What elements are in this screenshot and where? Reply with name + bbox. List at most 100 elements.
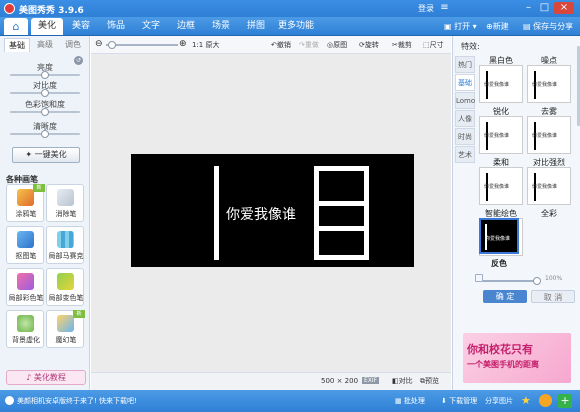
exif-badge[interactable]: EXIF bbox=[362, 377, 380, 384]
tab-frame[interactable]: 边框 bbox=[169, 18, 203, 35]
crop-button[interactable]: ✂裁剪 bbox=[392, 39, 412, 51]
saturation-slider[interactable] bbox=[10, 108, 80, 116]
tab-beauty[interactable]: 美容 bbox=[64, 18, 98, 35]
news-icon bbox=[5, 396, 14, 405]
effect-dehaze-thumb[interactable]: 你爱我像谁 bbox=[527, 116, 571, 154]
original-button[interactable]: ◎原图 bbox=[327, 39, 347, 51]
brush-cutout-label: 抠图笔 bbox=[15, 252, 37, 260]
save-share-button[interactable]: ▤ 保存与分享 bbox=[523, 19, 573, 34]
brush-mosaic[interactable]: 局部马赛克 bbox=[46, 226, 84, 264]
brush-doodle[interactable]: 涂鸦笔 新 bbox=[6, 184, 45, 222]
zoom-slider-knob[interactable] bbox=[108, 41, 116, 49]
fx-tab-basic[interactable]: 基础 bbox=[455, 74, 475, 91]
undo-button[interactable]: ↶撤销 bbox=[271, 39, 291, 51]
tab-beautify[interactable]: 美化 bbox=[31, 18, 63, 35]
effect-bw-thumb[interactable]: 你爱我像谁 bbox=[479, 65, 523, 103]
new-badge: 新 bbox=[73, 310, 85, 318]
effect-ok-button[interactable]: 确 定 bbox=[483, 290, 527, 303]
tab-text[interactable]: 文字 bbox=[134, 18, 168, 35]
redo-button[interactable]: ↷重做 bbox=[299, 39, 319, 51]
new-label: 新建 bbox=[492, 22, 509, 31]
resize-button[interactable]: ⬚尺寸 bbox=[423, 39, 444, 51]
brush-color-label: 局部彩色笔 bbox=[8, 294, 44, 302]
photo-white-bar bbox=[214, 166, 219, 260]
batch-button[interactable]: ▦ 批处理 bbox=[395, 396, 425, 406]
menu-icon[interactable]: ≡ bbox=[438, 2, 451, 14]
intensity-slider-knob[interactable] bbox=[533, 277, 541, 285]
notice-link[interactable]: 美颜相机安卓版终于来了! 快来下载吧! bbox=[17, 396, 137, 406]
effect-label: 反色 bbox=[491, 259, 507, 268]
effect-soft-thumb[interactable]: 你爱我像谁 bbox=[479, 167, 523, 205]
folder-icon: ▣ bbox=[444, 22, 452, 31]
fx-tab-fashion[interactable]: 时尚 bbox=[455, 128, 475, 145]
star-icon[interactable]: ★ bbox=[521, 394, 534, 407]
effect-noise-thumb[interactable]: 你爱我像谁 bbox=[527, 65, 571, 103]
undo-label: 撤销 bbox=[276, 41, 291, 49]
download-label: 下载管理 bbox=[449, 397, 478, 405]
brush-blur-bg[interactable]: 背景虚化 bbox=[6, 310, 44, 348]
home-icon[interactable]: ⌂ bbox=[4, 18, 28, 35]
actual-size-button[interactable]: 1:1 原大 bbox=[192, 39, 220, 51]
sharpness-slider-knob[interactable] bbox=[41, 130, 49, 138]
zoom-slider[interactable] bbox=[106, 41, 178, 49]
batch-label: 批处理 bbox=[403, 397, 425, 405]
blur-background-icon bbox=[17, 315, 34, 332]
title-bar: 美图秀秀 3.9.6 登录 ≡ – □ × bbox=[0, 0, 580, 17]
compare-button[interactable]: ◧对比 bbox=[392, 376, 413, 386]
preview-button[interactable]: ⧉预览 bbox=[420, 376, 439, 386]
share-image-button[interactable]: 分享图片 bbox=[485, 396, 513, 406]
weibo-icon[interactable] bbox=[539, 394, 552, 407]
magic-icon: ✦ bbox=[25, 150, 33, 159]
magic-pen-icon bbox=[57, 315, 74, 332]
canvas-area[interactable]: 你爱我像谁 bbox=[91, 54, 451, 372]
maximize-icon[interactable]: □ bbox=[538, 2, 551, 14]
tutorial-icon: ♪ bbox=[26, 373, 32, 382]
fx-tab-art[interactable]: 艺术 bbox=[455, 146, 475, 163]
new-button[interactable]: ⊕新建 bbox=[486, 19, 509, 34]
zoom-in-icon[interactable]: ⊕ bbox=[179, 38, 187, 51]
tab-more[interactable]: 更多功能 ▾ bbox=[271, 18, 321, 48]
subtab-advanced[interactable]: 高级 bbox=[32, 38, 58, 52]
effect-intensity-slider[interactable] bbox=[483, 277, 541, 285]
zoom-out-icon[interactable]: ⊖ bbox=[95, 38, 103, 51]
brightness-slider[interactable] bbox=[10, 71, 80, 79]
download-manager-button[interactable]: ⬇ 下载管理 bbox=[441, 396, 477, 406]
compare-icon: ◧ bbox=[392, 377, 399, 385]
effect-sharpen-thumb[interactable]: 你爱我像谁 bbox=[479, 116, 523, 154]
brush-magic[interactable]: 魔幻笔 新 bbox=[46, 310, 85, 348]
effect-contrast-thumb[interactable]: 你爱我像谁 bbox=[527, 167, 571, 205]
contrast-slider-knob[interactable] bbox=[41, 89, 49, 97]
tab-scene[interactable]: 场景 bbox=[204, 18, 238, 35]
brush-recolor[interactable]: 局部变色笔 bbox=[46, 268, 84, 306]
tab-accessories[interactable]: 饰品 bbox=[99, 18, 133, 35]
fx-tab-portrait[interactable]: 人像 bbox=[455, 110, 475, 127]
effect-cancel-button[interactable]: 取 消 bbox=[531, 290, 575, 303]
rotate-button[interactable]: ⟳旋转 bbox=[359, 39, 379, 51]
saturation-slider-knob[interactable] bbox=[41, 108, 49, 116]
download-icon: ⬇ bbox=[441, 397, 447, 405]
brush-color[interactable]: 局部彩色笔 bbox=[6, 268, 44, 306]
fx-tab-hot[interactable]: 热门 bbox=[455, 56, 475, 73]
one-key-beautify-button[interactable]: ✦ 一键美化 bbox=[12, 147, 80, 163]
brush-cutout[interactable]: 抠图笔 bbox=[6, 226, 44, 264]
promo-banner[interactable]: 你和校花只有 一个美图手机的距离 bbox=[463, 333, 571, 383]
brush-recolor-label: 局部变色笔 bbox=[48, 294, 84, 302]
login-link[interactable]: 登录 bbox=[418, 3, 434, 14]
batch-icon: ▦ bbox=[395, 397, 402, 405]
fx-tab-lomo[interactable]: Lomo bbox=[455, 92, 475, 109]
save-icon: ▤ bbox=[523, 22, 531, 31]
effect-invert-thumb-selected[interactable]: 你爱我像谁 bbox=[479, 218, 519, 254]
brush-eraser[interactable]: 消除笔 bbox=[46, 184, 84, 222]
tutorial-button[interactable]: ♪ 美化教程 bbox=[6, 370, 86, 385]
add-icon[interactable]: + bbox=[558, 394, 572, 408]
minimize-icon[interactable]: – bbox=[522, 2, 535, 14]
close-icon[interactable]: × bbox=[554, 2, 574, 14]
tab-collage[interactable]: 拼图 bbox=[239, 18, 273, 35]
open-button[interactable]: ▣ 打开 ▾ bbox=[444, 19, 477, 34]
subtab-color[interactable]: 调色 bbox=[60, 38, 86, 52]
subtab-basic[interactable]: 基础 bbox=[4, 38, 30, 52]
brightness-slider-knob[interactable] bbox=[41, 71, 49, 79]
photo-image[interactable]: 你爱我像谁 bbox=[131, 154, 414, 267]
sharpness-slider[interactable] bbox=[10, 130, 80, 138]
contrast-slider[interactable] bbox=[10, 89, 80, 97]
